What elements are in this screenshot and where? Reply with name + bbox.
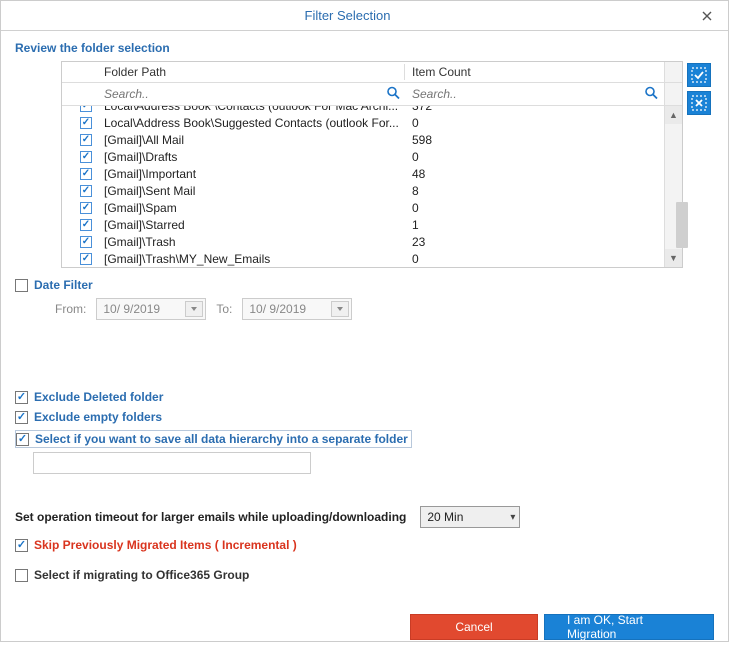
date-filter-label: Date Filter — [34, 278, 93, 292]
titlebar: Filter Selection — [1, 1, 728, 31]
save-hierarchy-label: Select if you want to save all data hier… — [35, 432, 408, 446]
row-folder-path: Local\Address Book \Contacts (outlook Fo… — [98, 106, 406, 113]
exclude-deleted-label: Exclude Deleted folder — [34, 390, 163, 404]
row-item-count: 598 — [406, 133, 664, 147]
col-item-count-label: Item Count — [412, 65, 471, 79]
table-row[interactable]: [Gmail]\Important48 — [62, 165, 664, 182]
col-folder-path-header[interactable]: Folder Path — [98, 62, 406, 82]
search-folder-input[interactable] — [102, 85, 402, 103]
exclude-empty-option[interactable]: Exclude empty folders — [15, 410, 714, 424]
timeout-select[interactable]: 20 Min ▾ — [420, 506, 520, 528]
row-item-count: 0 — [406, 116, 664, 130]
to-label: To: — [216, 302, 232, 316]
table-row[interactable]: Local\Address Book\Suggested Contacts (o… — [62, 114, 664, 131]
table-body: Local\Address Book \Contacts (outlook Fo… — [62, 106, 664, 267]
row-folder-path: [Gmail]\Trash — [98, 235, 406, 249]
row-item-count: 8 — [406, 184, 664, 198]
search-count-input[interactable] — [410, 85, 660, 103]
row-checkbox[interactable] — [80, 151, 92, 163]
row-item-count: 0 — [406, 150, 664, 164]
row-checkbox[interactable] — [80, 236, 92, 248]
calendar-dropdown-icon[interactable] — [331, 301, 349, 317]
date-filter-option[interactable]: Date Filter — [15, 278, 714, 292]
exclude-deleted-checkbox[interactable] — [15, 391, 28, 404]
select-all-button[interactable] — [687, 63, 711, 87]
scroll-down-icon[interactable]: ▼ — [665, 249, 682, 267]
row-checkbox[interactable] — [80, 117, 92, 129]
table-row[interactable]: Local\Address Book \Contacts (outlook Fo… — [62, 106, 664, 114]
start-migration-button[interactable]: I am OK, Start Migration — [544, 614, 714, 640]
exclude-empty-checkbox[interactable] — [15, 411, 28, 424]
row-checkbox[interactable] — [80, 185, 92, 197]
save-hierarchy-checkbox[interactable] — [16, 433, 29, 446]
folder-table: Folder Path Item Count — [61, 61, 683, 268]
search-icon[interactable] — [644, 86, 658, 103]
office365-group-checkbox[interactable] — [15, 569, 28, 582]
row-folder-path: [Gmail]\All Mail — [98, 133, 406, 147]
from-label: From: — [55, 302, 86, 316]
chevron-down-icon: ▾ — [510, 512, 515, 523]
row-folder-path: [Gmail]\Trash\MY_New_Emails — [98, 252, 406, 266]
exclude-deleted-option[interactable]: Exclude Deleted folder — [15, 390, 714, 404]
row-item-count: 1 — [406, 218, 664, 232]
table-row[interactable]: [Gmail]\Starred1 — [62, 216, 664, 233]
row-checkbox[interactable] — [80, 202, 92, 214]
scroll-thumb[interactable] — [676, 202, 688, 248]
col-folder-path-label: Folder Path — [104, 65, 166, 79]
row-folder-path: Local\Address Book\Suggested Contacts (o… — [98, 116, 406, 130]
row-folder-path: [Gmail]\Spam — [98, 201, 406, 215]
row-checkbox[interactable] — [80, 106, 92, 112]
row-folder-path: [Gmail]\Starred — [98, 218, 406, 232]
skip-migrated-label: Skip Previously Migrated Items ( Increme… — [34, 538, 297, 552]
to-date-input[interactable]: 10/ 9/2019 — [242, 298, 352, 320]
search-icon[interactable] — [386, 86, 400, 103]
row-item-count: 372 — [406, 106, 664, 113]
office365-group-label: Select if migrating to Office365 Group — [34, 568, 249, 582]
scroll-up-icon[interactable]: ▲ — [665, 106, 682, 124]
skip-migrated-checkbox[interactable] — [15, 539, 28, 552]
exclude-empty-label: Exclude empty folders — [34, 410, 162, 424]
cancel-button[interactable]: Cancel — [410, 614, 538, 640]
row-folder-path: [Gmail]\Drafts — [98, 150, 406, 164]
section-label: Review the folder selection — [15, 41, 714, 55]
skip-migrated-option[interactable]: Skip Previously Migrated Items ( Increme… — [15, 538, 714, 552]
row-checkbox[interactable] — [80, 168, 92, 180]
row-checkbox[interactable] — [80, 134, 92, 146]
timeout-label: Set operation timeout for larger emails … — [15, 510, 406, 524]
col-item-count-header[interactable]: Item Count — [406, 62, 664, 82]
scrollbar[interactable]: ▲ ▼ — [664, 106, 682, 267]
row-item-count: 0 — [406, 252, 664, 266]
table-row[interactable]: [Gmail]\All Mail598 — [62, 131, 664, 148]
row-checkbox[interactable] — [80, 219, 92, 231]
row-checkbox[interactable] — [80, 253, 92, 265]
table-row[interactable]: [Gmail]\Trash23 — [62, 233, 664, 250]
row-item-count: 23 — [406, 235, 664, 249]
close-icon[interactable] — [694, 6, 720, 26]
row-folder-path: [Gmail]\Important — [98, 167, 406, 181]
row-item-count: 0 — [406, 201, 664, 215]
hierarchy-folder-input[interactable] — [33, 452, 311, 474]
table-row[interactable]: [Gmail]\Sent Mail8 — [62, 182, 664, 199]
calendar-dropdown-icon[interactable] — [185, 301, 203, 317]
col-check-header — [62, 62, 98, 82]
window-title: Filter Selection — [1, 8, 694, 23]
table-row[interactable]: [Gmail]\Drafts0 — [62, 148, 664, 165]
from-date-input[interactable]: 10/ 9/2019 — [96, 298, 206, 320]
table-row[interactable]: [Gmail]\Trash\MY_New_Emails0 — [62, 250, 664, 267]
row-folder-path: [Gmail]\Sent Mail — [98, 184, 406, 198]
table-row[interactable]: [Gmail]\Spam0 — [62, 199, 664, 216]
timeout-value: 20 Min — [427, 510, 463, 524]
row-item-count: 48 — [406, 167, 664, 181]
save-hierarchy-option[interactable]: Select if you want to save all data hier… — [16, 432, 408, 446]
deselect-all-button[interactable] — [687, 91, 711, 115]
date-filter-checkbox[interactable] — [15, 279, 28, 292]
office365-group-option[interactable]: Select if migrating to Office365 Group — [15, 568, 714, 582]
